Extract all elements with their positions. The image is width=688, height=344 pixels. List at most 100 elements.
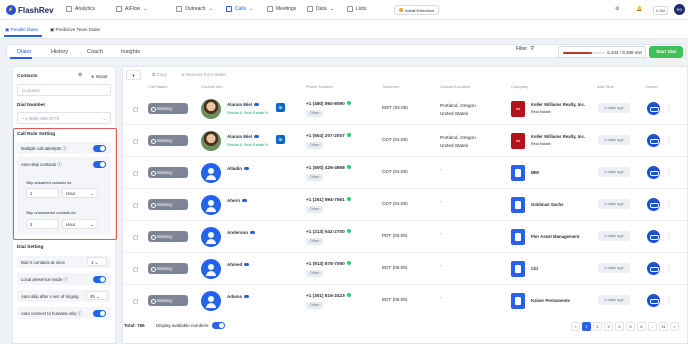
- nav-outreach[interactable]: Outreach ⌄: [176, 6, 213, 12]
- nav-analytics[interactable]: Analytics: [66, 6, 95, 12]
- company-name[interactable]: Goldman Sachs: [531, 202, 563, 207]
- pagination-button[interactable]: >: [670, 322, 679, 331]
- contact-name[interactable]: Anderson: [227, 230, 256, 235]
- tab-parallel-dialer[interactable]: ▣ Parallel Dialer: [5, 27, 39, 33]
- phone-number[interactable]: +1 (480) 860-8090: [306, 101, 351, 106]
- contact-name[interactable]: Ahmed: [227, 262, 250, 267]
- phone-number[interactable]: +1 (913) 878-7050: [306, 261, 351, 266]
- copy-button[interactable]: ⧉ Copy: [152, 72, 167, 77]
- pagination-button[interactable]: 1: [582, 322, 591, 331]
- nav-aiflow[interactable]: AIFlow ⌄: [116, 6, 147, 12]
- brand-logo[interactable]: ⚡ FlashRev: [6, 5, 54, 15]
- table-row[interactable]: Waiting Adams +1 (301) 816-2423 Other ED…: [123, 285, 687, 317]
- table-row[interactable]: Waiting Alanna Miel Rental & Real Estate…: [123, 125, 687, 157]
- company-name[interactable]: Pier Asset Management: [531, 234, 579, 239]
- pagination-button[interactable]: 3: [604, 322, 613, 331]
- skip-unanswered-input[interactable]: 2: [26, 219, 59, 229]
- chat-icon[interactable]: [254, 135, 260, 139]
- skip-answered-unit-select[interactable]: Hour ⌄: [62, 188, 98, 198]
- phone-number[interactable]: +1 (301) 816-2423: [306, 293, 351, 298]
- more-options-icon[interactable]: ⋮: [666, 104, 672, 111]
- nav-data[interactable]: Data ⌄: [307, 6, 334, 12]
- row-checkbox[interactable]: [133, 299, 138, 304]
- select-all-dropdown[interactable]: ▾: [126, 70, 141, 80]
- table-row[interactable]: Waiting Anderson +1 (213) 542-2700 Other…: [123, 221, 687, 253]
- pagination-button[interactable]: 5: [626, 322, 635, 331]
- install-extension-button[interactable]: Install Extension: [394, 5, 440, 15]
- chat-icon[interactable]: [254, 103, 260, 107]
- contact-name[interactable]: Alanna Miel: [227, 134, 260, 139]
- import-button[interactable]: ⊕ Import: [91, 74, 108, 79]
- table-row[interactable]: Waiting Ahmed +1 (913) 878-7050 Other ED…: [123, 253, 687, 285]
- contacts-input[interactable]: Contacts: [17, 84, 111, 96]
- owner-avatar-icon[interactable]: [647, 294, 660, 307]
- owner-avatar-icon[interactable]: [647, 166, 660, 179]
- more-options-icon[interactable]: ⋮: [666, 296, 672, 303]
- linkedin-icon[interactable]: in: [276, 135, 285, 144]
- dial-x-select[interactable]: 1 ⌄: [87, 257, 107, 266]
- pagination-button[interactable]: <: [571, 322, 580, 331]
- chat-icon[interactable]: [244, 167, 250, 171]
- row-checkbox[interactable]: [133, 235, 138, 240]
- owner-avatar-icon[interactable]: [647, 230, 660, 243]
- more-options-icon[interactable]: ⋮: [666, 168, 672, 175]
- more-options-icon[interactable]: ⋮: [666, 264, 672, 271]
- multiple-call-attempts-toggle[interactable]: [93, 144, 106, 152]
- phone-number[interactable]: +1 (800) 426-4968: [306, 165, 351, 170]
- company-name[interactable]: IBM: [531, 170, 539, 175]
- chat-icon[interactable]: [244, 263, 250, 267]
- contact-name[interactable]: Ahern: [227, 198, 248, 203]
- owner-avatar-icon[interactable]: [647, 134, 660, 147]
- remove-from-dialer-button[interactable]: ⊖ Remove from Dialer: [181, 72, 226, 78]
- company-name[interactable]: Citi: [531, 266, 538, 271]
- phone-number[interactable]: +1 (213) 542-2700: [306, 229, 351, 234]
- auto-skip-toggle[interactable]: [93, 160, 106, 168]
- tab-history[interactable]: History: [51, 49, 68, 55]
- pagination-button[interactable]: 6: [637, 322, 646, 331]
- more-options-icon[interactable]: ⋮: [666, 136, 672, 143]
- display-numbers-toggle[interactable]: [212, 322, 225, 329]
- nav-calls[interactable]: Calls ⌄: [226, 6, 253, 12]
- contact-name[interactable]: Adams: [227, 294, 250, 299]
- more-options-icon[interactable]: ⋮: [666, 200, 672, 207]
- pagination-button[interactable]: ...: [648, 322, 657, 331]
- owner-avatar-icon[interactable]: [647, 198, 660, 211]
- gear-icon[interactable]: ⚙: [615, 6, 619, 12]
- owner-avatar-icon[interactable]: [647, 102, 660, 115]
- company-name[interactable]: Kaiser Permanente: [531, 298, 570, 303]
- target-icon[interactable]: ⊚: [78, 73, 82, 78]
- tab-coach[interactable]: Coach: [87, 49, 103, 55]
- table-row[interactable]: Waiting Alanna Miel Rental & Real Estate…: [123, 93, 687, 125]
- linkedin-icon[interactable]: in: [276, 103, 285, 112]
- skip-answered-input[interactable]: 1: [26, 188, 59, 198]
- phone-number[interactable]: +1 (251) 894-7561: [306, 197, 351, 202]
- nav-meetings[interactable]: Meetings: [267, 6, 296, 12]
- row-checkbox[interactable]: [133, 171, 138, 176]
- tab-dialer[interactable]: Dialer: [17, 49, 31, 55]
- contact-name[interactable]: Alanna Miel: [227, 102, 260, 107]
- table-row[interactable]: Waiting Ahern +1 (251) 894-7561 Other CD…: [123, 189, 687, 221]
- tab-predictive-team-dialer[interactable]: ▣ Predictive Team Dialer: [50, 27, 100, 33]
- nav-lists[interactable]: Lists: [347, 6, 366, 12]
- owner-avatar-icon[interactable]: [647, 262, 660, 275]
- table-row[interactable]: Waiting Alladin +1 (800) 426-4968 Other …: [123, 157, 687, 189]
- local-presence-toggle[interactable]: [93, 275, 106, 283]
- skip-unanswered-unit-select[interactable]: Hour ⌄: [62, 219, 98, 229]
- contact-name[interactable]: Alladin: [227, 166, 250, 171]
- more-options-icon[interactable]: ⋮: [666, 232, 672, 239]
- row-checkbox[interactable]: [133, 139, 138, 144]
- chat-icon[interactable]: [242, 199, 248, 203]
- row-checkbox[interactable]: [133, 267, 138, 272]
- start-dial-button[interactable]: Start Dial: [649, 46, 683, 58]
- auto-connect-toggle[interactable]: [93, 309, 106, 317]
- dial-number-select[interactable]: +1 (888) 865-3775 ⌄: [17, 112, 111, 124]
- pagination-button[interactable]: 4: [615, 322, 624, 331]
- row-checkbox[interactable]: [133, 107, 138, 112]
- bell-icon[interactable]: 🔔: [636, 6, 642, 12]
- pagination-button[interactable]: 2: [593, 322, 602, 331]
- filter-button[interactable]: Filter ⛛: [516, 46, 534, 52]
- row-checkbox[interactable]: [133, 203, 138, 208]
- chat-icon[interactable]: [244, 295, 250, 299]
- pagination-button[interactable]: 31: [659, 322, 668, 331]
- company-name[interactable]: Keller Williams Realty, Inc.: [531, 134, 585, 139]
